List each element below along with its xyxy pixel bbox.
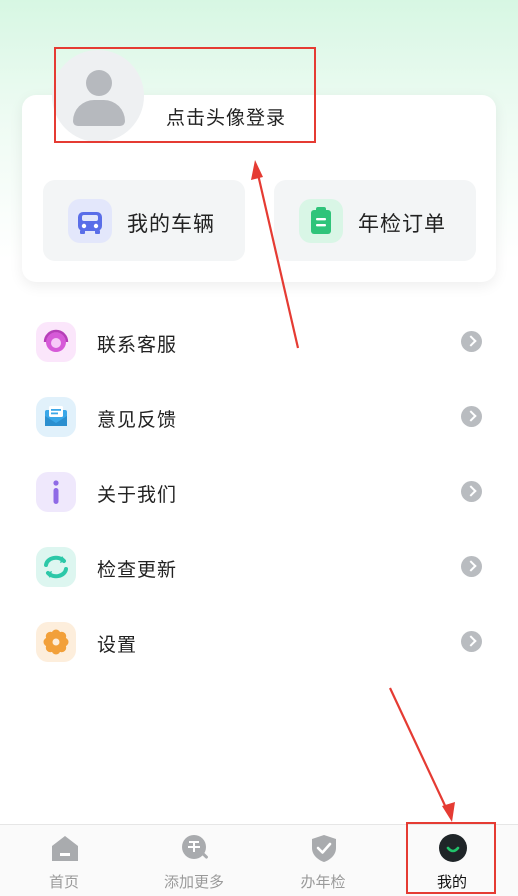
- annotation-arrow-up: [255, 169, 300, 349]
- annotation-arrows: [251, 160, 455, 822]
- annotation-arrowhead-up: [251, 160, 263, 180]
- annotation-arrow-down: [389, 687, 449, 813]
